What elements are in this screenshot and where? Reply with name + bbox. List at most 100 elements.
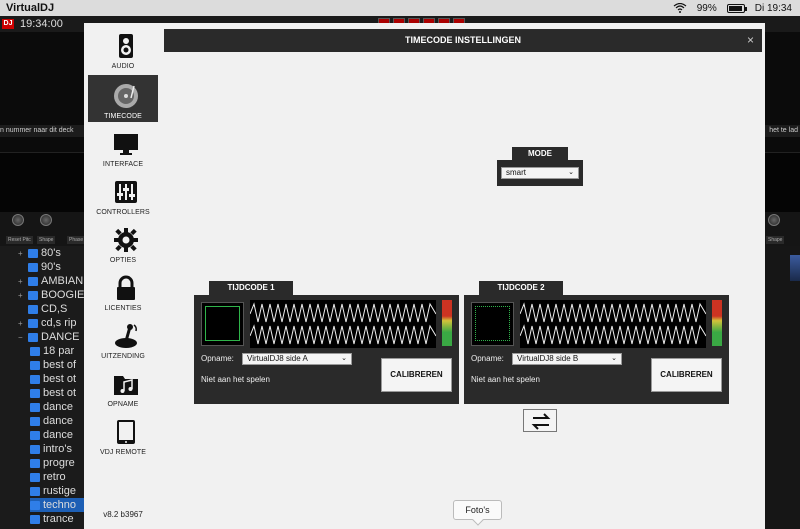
tree-folder[interactable]: + BOOGIE <box>18 288 84 302</box>
tooltip: Foto's <box>453 500 502 520</box>
playback-status: Niet aan het spelen <box>201 375 270 384</box>
opname-label: Opname: <box>201 354 234 363</box>
folder-icon <box>28 248 38 258</box>
signal-level-meter <box>712 300 722 346</box>
phase-scope <box>471 302 514 346</box>
tree-folder[interactable]: progre <box>30 456 75 470</box>
tree-folder[interactable]: + cd,s rip <box>18 316 76 330</box>
opname-label: Opname: <box>471 354 504 363</box>
folder-icon <box>30 500 40 510</box>
vdj-logo-icon: DJ <box>2 19 14 29</box>
gear-icon <box>114 228 138 252</box>
menu-bar: VirtualDJ 99% Di 19:34 <box>0 0 800 16</box>
folder-icon <box>28 304 38 314</box>
sidebar-item-audio[interactable]: AUDIO <box>88 25 158 72</box>
scope-trace <box>205 306 240 341</box>
sidebar-item-timecode[interactable]: TIMECODE <box>88 75 158 122</box>
sidebar-item-opties[interactable]: OPTIES <box>88 219 158 266</box>
folder-icon <box>30 402 40 412</box>
pitch-knob[interactable] <box>768 214 780 226</box>
knob-tag[interactable]: Reset Pitc <box>6 236 33 244</box>
swap-decks-button[interactable] <box>523 409 557 432</box>
settings-sidebar: AUDIO TIMECODE INTERFACE CONTROLLERS OPT… <box>84 23 162 529</box>
sliders-icon <box>115 181 137 203</box>
folder-icon <box>30 388 40 398</box>
ticker-right-text: het te lad <box>769 127 798 134</box>
folder-icon <box>30 430 40 440</box>
battery-percent: 99% <box>696 2 717 14</box>
calibrate-button[interactable]: CALIBREREN <box>651 358 722 392</box>
lock-icon <box>117 275 135 300</box>
folder-icon <box>28 262 38 272</box>
tree-folder[interactable]: + AMBIAN <box>18 274 83 288</box>
phase-scope <box>201 302 244 346</box>
folder-icon <box>30 374 40 384</box>
vdj-clock: 19:34:00 <box>20 18 63 30</box>
pitch-knob[interactable] <box>12 214 24 226</box>
tree-folder[interactable]: trance <box>30 512 74 526</box>
folder-icon <box>30 360 40 370</box>
folder-icon <box>30 346 40 356</box>
folder-icon <box>28 318 38 328</box>
menubar-clock[interactable]: Di 19:34 <box>755 3 792 14</box>
folder-icon <box>30 486 40 496</box>
sidebar-item-licenties[interactable]: LICENTIES <box>88 267 158 314</box>
folder-icon <box>30 472 40 482</box>
sidebar-item-vdj-remote[interactable]: VDJ REMOTE <box>88 411 158 458</box>
tree-folder[interactable]: best ot <box>30 386 76 400</box>
battery-icon[interactable] <box>726 3 747 13</box>
timecode-waveform <box>520 300 706 348</box>
folder-icon <box>30 444 40 454</box>
knob-tag[interactable]: Shape <box>37 236 56 244</box>
tree-folder[interactable]: +80's <box>18 246 61 260</box>
tree-folder[interactable]: best ot <box>30 372 76 386</box>
wifi-icon[interactable] <box>673 3 687 13</box>
mode-label: MODE <box>512 147 568 160</box>
knob-tag[interactable]: Shape <box>766 236 785 244</box>
swap-arrows-icon <box>531 413 551 430</box>
music-folder-icon <box>114 376 138 395</box>
chevron-down-icon: ⌄ <box>611 355 617 362</box>
sidebar-item-opname[interactable]: OPNAME <box>88 363 158 410</box>
tree-folder[interactable]: 90's <box>18 260 61 274</box>
close-icon[interactable]: × <box>747 29 754 52</box>
turntable-icon <box>114 84 138 108</box>
calibrate-button[interactable]: CALIBREREN <box>381 358 452 392</box>
tree-folder[interactable]: rustige <box>30 484 76 498</box>
sidebar-item-uitzending[interactable]: UITZENDING <box>88 315 158 362</box>
version-label: v8.2 b3967 <box>103 510 143 519</box>
opname-select[interactable]: VirtualDJ8 side B ⌄ <box>512 353 622 365</box>
signal-level-meter <box>442 300 452 346</box>
tree-folder[interactable]: dance <box>30 400 73 414</box>
opname-row: Opname: <box>471 354 504 363</box>
folder-icon <box>30 514 40 524</box>
knob-tag[interactable]: Phase <box>67 236 86 244</box>
dialog-title-bar: TIMECODE INSTELLINGEN × <box>164 29 762 52</box>
pitch-knob[interactable] <box>40 214 52 226</box>
timecode-2-panel: Opname: VirtualDJ8 side B ⌄ Niet aan het… <box>464 295 729 404</box>
sidebar-item-interface[interactable]: INTERFACE <box>88 123 158 170</box>
tree-folder-selected[interactable]: techno <box>30 498 90 512</box>
dialog-title: TIMECODE INSTELLINGEN <box>404 35 521 45</box>
folder-icon <box>28 290 38 300</box>
broadcast-icon <box>115 324 137 348</box>
folder-tree: +80's 90's + AMBIAN + BOOGIE CD,S + cd,s ri… <box>0 246 90 529</box>
opname-select[interactable]: VirtualDJ8 side A ⌄ <box>242 353 352 365</box>
album-thumbnail[interactable] <box>790 255 800 281</box>
mode-panel: smart ⌄ <box>497 160 583 186</box>
sidebar-item-controllers[interactable]: CONTROLLERS <box>88 171 158 218</box>
tree-folder[interactable]: 18 par <box>30 344 74 358</box>
tree-folder[interactable]: CD,S <box>18 302 67 316</box>
app-name[interactable]: VirtualDJ <box>6 2 54 14</box>
mode-select[interactable]: smart ⌄ <box>501 167 579 179</box>
tree-folder[interactable]: retro <box>30 470 66 484</box>
settings-window: AUDIO TIMECODE INTERFACE CONTROLLERS OPT… <box>84 23 765 529</box>
settings-content: TIMECODE INSTELLINGEN × MODE smart ⌄ TIJ… <box>162 23 765 529</box>
tree-folder[interactable]: intro's <box>30 442 72 456</box>
tree-folder[interactable]: best of <box>30 358 76 372</box>
tree-folder[interactable]: − DANCE <box>18 330 80 344</box>
tree-folder[interactable]: dance <box>30 428 73 442</box>
tree-folder[interactable]: dance <box>30 414 73 428</box>
timecode-waveform <box>250 300 436 348</box>
ticker-left-text: n nummer naar dit deck <box>0 127 74 134</box>
